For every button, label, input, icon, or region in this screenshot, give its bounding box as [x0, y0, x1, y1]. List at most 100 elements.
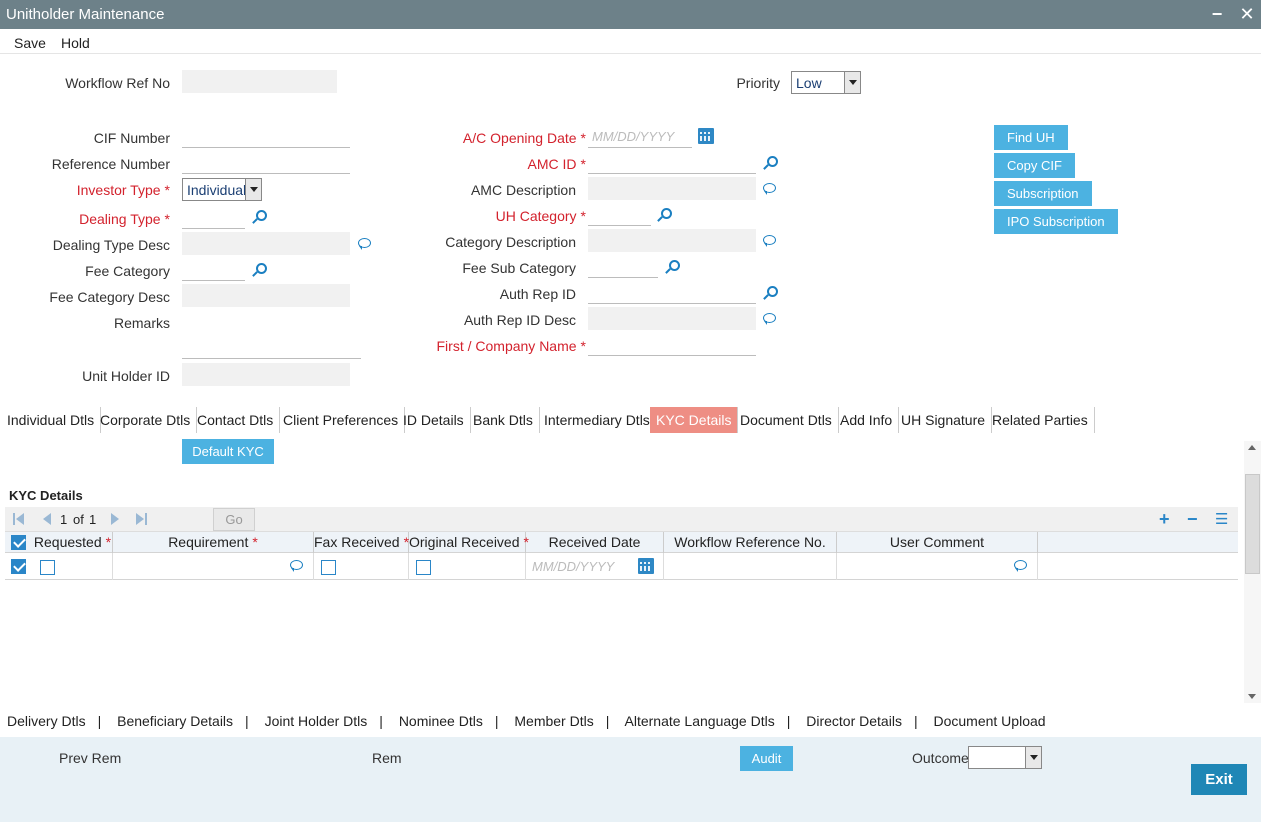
- column-header: Fax Received *: [314, 532, 409, 553]
- outcome-select[interactable]: [968, 746, 1042, 769]
- close-icon[interactable]: ✕: [1236, 3, 1258, 25]
- cif-number-field[interactable]: [182, 125, 350, 148]
- amc-description-field[interactable]: [588, 177, 756, 200]
- first-page-icon[interactable]: [13, 513, 25, 525]
- comment-icon[interactable]: [762, 311, 778, 327]
- tab-related-parties[interactable]: Related Parties: [986, 407, 1095, 433]
- search-icon[interactable]: [251, 262, 267, 278]
- fee-category-field[interactable]: [182, 258, 245, 281]
- chevron-down-icon: [844, 72, 860, 93]
- auth-rep-id-field[interactable]: [588, 281, 756, 304]
- prev-rem-label[interactable]: Prev Rem: [59, 750, 121, 766]
- audit-button[interactable]: Audit: [740, 746, 793, 771]
- remove-row-icon[interactable]: −: [1187, 509, 1198, 530]
- scroll-down-icon[interactable]: [1248, 694, 1256, 699]
- investor-type-label-text: Investor Type: [76, 182, 161, 198]
- tab-document-dtls[interactable]: Document Dtls: [734, 407, 839, 433]
- uh-category-field[interactable]: [588, 203, 651, 226]
- subscription-button[interactable]: Subscription: [994, 181, 1092, 206]
- link-alternate-language-dtls[interactable]: Alternate Language Dtls: [625, 713, 775, 729]
- search-icon[interactable]: [251, 209, 267, 225]
- ac-opening-date-field[interactable]: [588, 125, 692, 148]
- ipo-subscription-button[interactable]: IPO Subscription: [994, 209, 1118, 234]
- tab-uh-signature[interactable]: UH Signature: [895, 407, 993, 433]
- uh-category-label: UH Category *: [495, 208, 586, 224]
- tab-bank-dtls[interactable]: Bank Dtls: [467, 407, 540, 433]
- default-kyc-button[interactable]: Default KYC: [182, 439, 274, 464]
- requested-checkbox[interactable]: [40, 560, 55, 575]
- priority-value: Low: [796, 75, 822, 91]
- go-button[interactable]: Go: [213, 508, 255, 531]
- original-received-checkbox[interactable]: [416, 560, 431, 575]
- tab-id-details[interactable]: ID Details: [397, 407, 471, 433]
- tab-intermediary-dtls[interactable]: Intermediary Dtls: [538, 407, 657, 433]
- fee-sub-category-label: Fee Sub Category: [462, 260, 576, 276]
- list-view-icon[interactable]: ☰: [1215, 510, 1228, 528]
- link-joint-holder-dtls[interactable]: Joint Holder Dtls: [265, 713, 368, 729]
- search-icon[interactable]: [762, 155, 778, 171]
- tab-individual-dtls[interactable]: Individual Dtls: [1, 407, 102, 433]
- tab-client-preferences[interactable]: Client Preferences: [277, 407, 406, 433]
- tab-corporate-dtls[interactable]: Corporate Dtls: [94, 407, 198, 433]
- last-page-icon[interactable]: [136, 513, 148, 525]
- user-comment-cell: [837, 553, 1038, 580]
- find-uh-button[interactable]: Find UH: [994, 125, 1068, 150]
- row-select-checkbox[interactable]: [11, 559, 26, 574]
- select-all-checkbox[interactable]: [11, 535, 26, 550]
- tab-contact-dtls[interactable]: Contact Dtls: [191, 407, 281, 433]
- fax-received-checkbox[interactable]: [321, 560, 336, 575]
- unit-holder-id-field[interactable]: [182, 363, 350, 386]
- exit-button[interactable]: Exit: [1191, 764, 1247, 795]
- auth-rep-id-desc-field[interactable]: [588, 307, 756, 330]
- priority-select[interactable]: Low: [791, 71, 861, 94]
- calendar-icon[interactable]: [698, 128, 714, 144]
- link-director-details[interactable]: Director Details: [806, 713, 902, 729]
- investor-type-select[interactable]: Individual: [182, 178, 262, 201]
- next-page-icon[interactable]: [111, 513, 123, 525]
- workflow-ref-field[interactable]: [182, 70, 337, 93]
- link-document-upload[interactable]: Document Upload: [933, 713, 1045, 729]
- comment-icon[interactable]: [762, 181, 778, 197]
- scroll-thumb[interactable]: [1245, 474, 1260, 574]
- grid-header: Requested * Requirement * Fax Received * Or…: [5, 532, 1238, 553]
- scroll-up-icon[interactable]: [1248, 445, 1256, 450]
- received-date-field[interactable]: [528, 555, 628, 578]
- link-nominee-dtls[interactable]: Nominee Dtls: [399, 713, 483, 729]
- fee-category-desc-field[interactable]: [182, 284, 350, 307]
- dealing-type-field[interactable]: [182, 206, 245, 229]
- bottom-links: Delivery Dtls | Beneficiary Details | Join…: [7, 713, 1046, 729]
- link-member-dtls[interactable]: Member Dtls: [514, 713, 593, 729]
- tab-kyc-details[interactable]: KYC Details: [650, 407, 739, 433]
- comment-icon[interactable]: [1013, 558, 1029, 574]
- reference-number-label: Reference Number: [51, 156, 170, 172]
- link-beneficiary-details[interactable]: Beneficiary Details: [117, 713, 233, 729]
- rem-label[interactable]: Rem: [372, 750, 402, 766]
- vertical-scrollbar[interactable]: [1244, 441, 1261, 703]
- add-row-icon[interactable]: +: [1159, 509, 1170, 530]
- comment-icon[interactable]: [762, 233, 778, 249]
- search-icon[interactable]: [656, 207, 672, 223]
- calendar-icon[interactable]: [638, 558, 654, 574]
- amc-id-label: AMC ID *: [527, 156, 586, 172]
- dealing-type-desc-field[interactable]: [182, 232, 350, 255]
- remarks-field[interactable]: [182, 336, 361, 359]
- first-company-name-field[interactable]: [588, 333, 756, 356]
- fee-sub-category-field[interactable]: [588, 255, 658, 278]
- search-icon[interactable]: [762, 285, 778, 301]
- comment-icon[interactable]: [357, 236, 373, 252]
- page-current: 1: [60, 512, 68, 527]
- copy-cif-button[interactable]: Copy CIF: [994, 153, 1075, 178]
- amc-id-field[interactable]: [588, 151, 756, 174]
- menu-hold[interactable]: Hold: [61, 35, 90, 51]
- category-description-field[interactable]: [588, 229, 756, 252]
- tab-add-info[interactable]: Add Info: [834, 407, 900, 433]
- reference-number-field[interactable]: [182, 151, 350, 174]
- link-delivery-dtls[interactable]: Delivery Dtls: [7, 713, 86, 729]
- dealing-type-desc-label: Dealing Type Desc: [52, 237, 170, 253]
- search-icon[interactable]: [664, 259, 680, 275]
- minimize-icon[interactable]: −: [1206, 3, 1228, 25]
- workflow-ref-cell: [664, 553, 837, 580]
- menu-save[interactable]: Save: [14, 35, 46, 51]
- prev-page-icon[interactable]: [39, 513, 51, 525]
- comment-icon[interactable]: [289, 558, 305, 574]
